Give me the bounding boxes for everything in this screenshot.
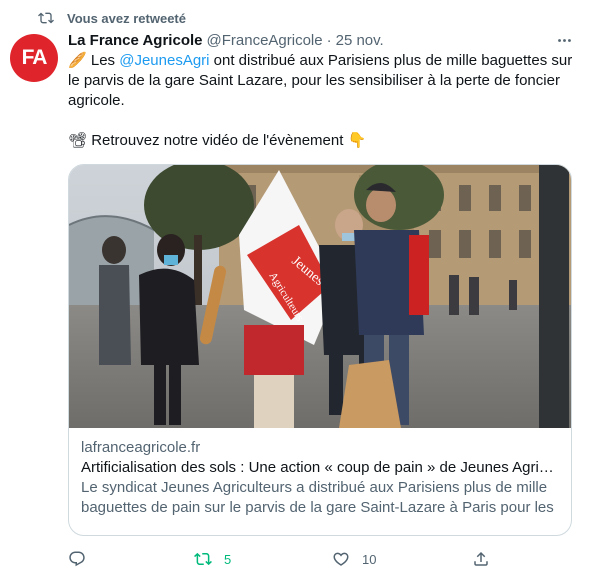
avatar[interactable]: FA: [10, 34, 58, 82]
author-name[interactable]: La France Agricole: [68, 32, 203, 49]
baguette-emoji: 🥖: [68, 52, 87, 69]
heart-icon: [333, 552, 349, 566]
retweet-icon: [38, 12, 54, 24]
tweet-content: La France Agricole @FranceAgricole · 25 …: [68, 30, 576, 567]
tweet-header: La France Agricole @FranceAgricole · 25 …: [68, 30, 576, 50]
tweet-paragraph-1: 🥖 Les @JeunesAgri ont distribué aux Pari…: [68, 51, 576, 111]
reply-icon: [69, 551, 85, 567]
link-card[interactable]: Jeunes Agriculteurs lafranceagricole.fr …: [68, 164, 572, 536]
retweet-count: 5: [224, 551, 232, 567]
card-domain: lafranceagricole.fr: [81, 439, 201, 456]
action-bar: 5 10: [68, 549, 576, 569]
mention-link[interactable]: @JeunesAgri: [119, 52, 209, 69]
retweet-banner-text: Vous avez retweeté: [67, 10, 186, 26]
retweet-banner[interactable]: Vous avez retweeté: [38, 8, 186, 28]
card-body: lafranceagricole.fr Artificialisation de…: [69, 428, 571, 518]
tweet-text: 🥖 Les @JeunesAgri ont distribué aux Pari…: [68, 51, 576, 151]
like-button[interactable]: 10: [332, 550, 376, 568]
more-options-button[interactable]: [554, 30, 574, 50]
tweet-text-segment: Les: [86, 52, 120, 69]
tweet-date[interactable]: 25 nov.: [336, 32, 384, 49]
card-image: Jeunes Agriculteurs: [69, 165, 571, 428]
like-count: 10: [362, 551, 377, 567]
share-button[interactable]: [472, 550, 490, 568]
separator-dot: ·: [326, 31, 332, 49]
reply-button[interactable]: [68, 550, 98, 568]
avatar-text: FA: [21, 46, 48, 69]
tweet-paragraph-2: 📽 Retrouvez notre vidéo de l'évènement 👇: [68, 132, 367, 149]
retweet-button[interactable]: 5: [194, 550, 231, 568]
author-handle[interactable]: @FranceAgricole: [207, 32, 323, 49]
share-icon: [474, 551, 488, 566]
more-icon: [557, 38, 571, 42]
card-description: Le syndicat Jeunes Agriculteurs a distri…: [81, 479, 554, 516]
retweet-icon: [194, 552, 212, 566]
card-title: Artificialisation des sols : Une action …: [81, 459, 559, 476]
